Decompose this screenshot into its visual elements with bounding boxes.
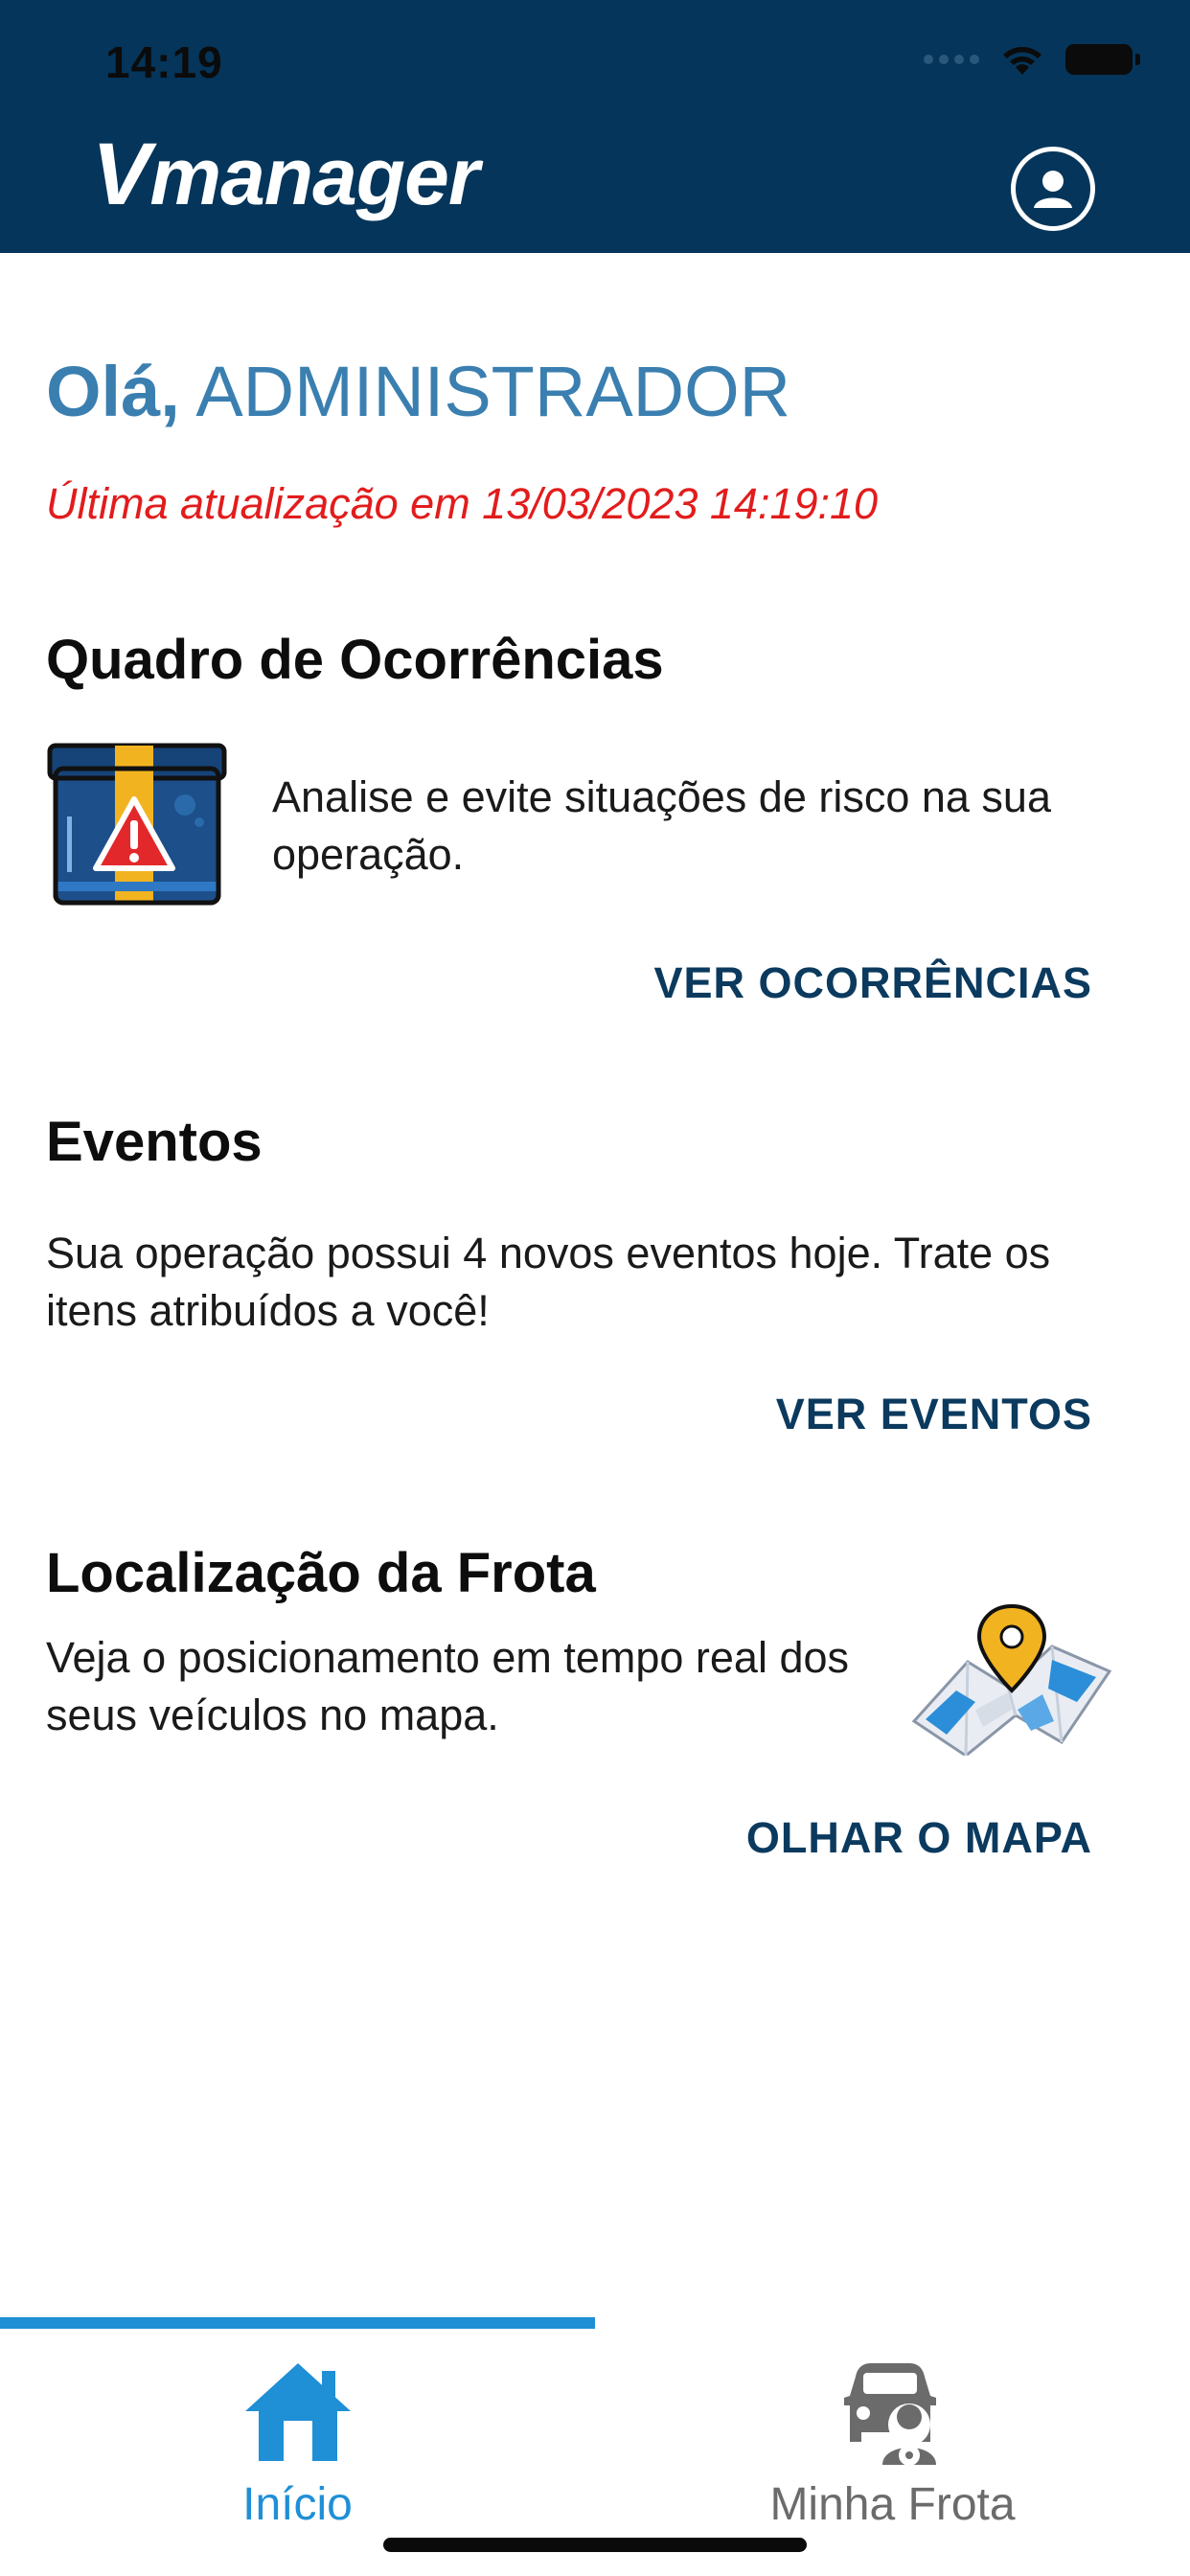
active-tab-indicator bbox=[0, 2317, 595, 2329]
car-driver-icon bbox=[843, 2363, 936, 2465]
status-icons bbox=[924, 42, 1140, 77]
user-icon bbox=[1034, 171, 1072, 208]
greeting: Olá, ADMINISTRADOR bbox=[46, 356, 790, 427]
home-indicator bbox=[383, 2538, 807, 2552]
last-update-text: Última atualização em 13/03/2023 14:19:1… bbox=[46, 479, 879, 528]
fleet-location-description: Veja o posicionamento em tempo real dos … bbox=[46, 1633, 849, 1739]
status-time: 14:19 bbox=[105, 37, 223, 87]
events-title: Eventos bbox=[46, 1111, 263, 1173]
profile-button[interactable] bbox=[1011, 147, 1095, 231]
map-pin-icon bbox=[911, 1603, 1112, 1756]
cellular-signal-icon bbox=[924, 55, 979, 64]
vmanager-logo: Vmanager bbox=[92, 126, 480, 223]
events-description: Sua operação possui 4 novos eventos hoje… bbox=[46, 1229, 1051, 1335]
wifi-icon bbox=[1003, 47, 1041, 75]
tab-home[interactable]: Início bbox=[0, 2358, 595, 2549]
view-map-button[interactable]: OLHAR O MAPA bbox=[746, 1813, 1092, 1863]
tab-my-fleet[interactable]: Minha Frota bbox=[595, 2358, 1190, 2549]
user-name: ADMINISTRADOR bbox=[195, 352, 791, 431]
warning-box-icon bbox=[47, 743, 227, 906]
greeting-hello: Olá, bbox=[46, 352, 180, 431]
fleet-location-title: Localização da Frota bbox=[46, 1542, 596, 1604]
view-events-button[interactable]: VER EVENTOS bbox=[776, 1390, 1092, 1439]
occurrences-title: Quadro de Ocorrências bbox=[46, 629, 664, 691]
occurrences-description: Analise e evite situações de risco na su… bbox=[272, 772, 1051, 879]
home-icon bbox=[244, 2363, 351, 2461]
tab-my-fleet-label: Minha Frota bbox=[769, 2479, 1016, 2530]
battery-icon bbox=[1065, 44, 1140, 75]
tab-home-label: Início bbox=[242, 2479, 353, 2530]
view-occurrences-button[interactable]: VER OCORRÊNCIAS bbox=[653, 958, 1092, 1008]
app-header: 14:19 Vmanager bbox=[0, 0, 1190, 253]
